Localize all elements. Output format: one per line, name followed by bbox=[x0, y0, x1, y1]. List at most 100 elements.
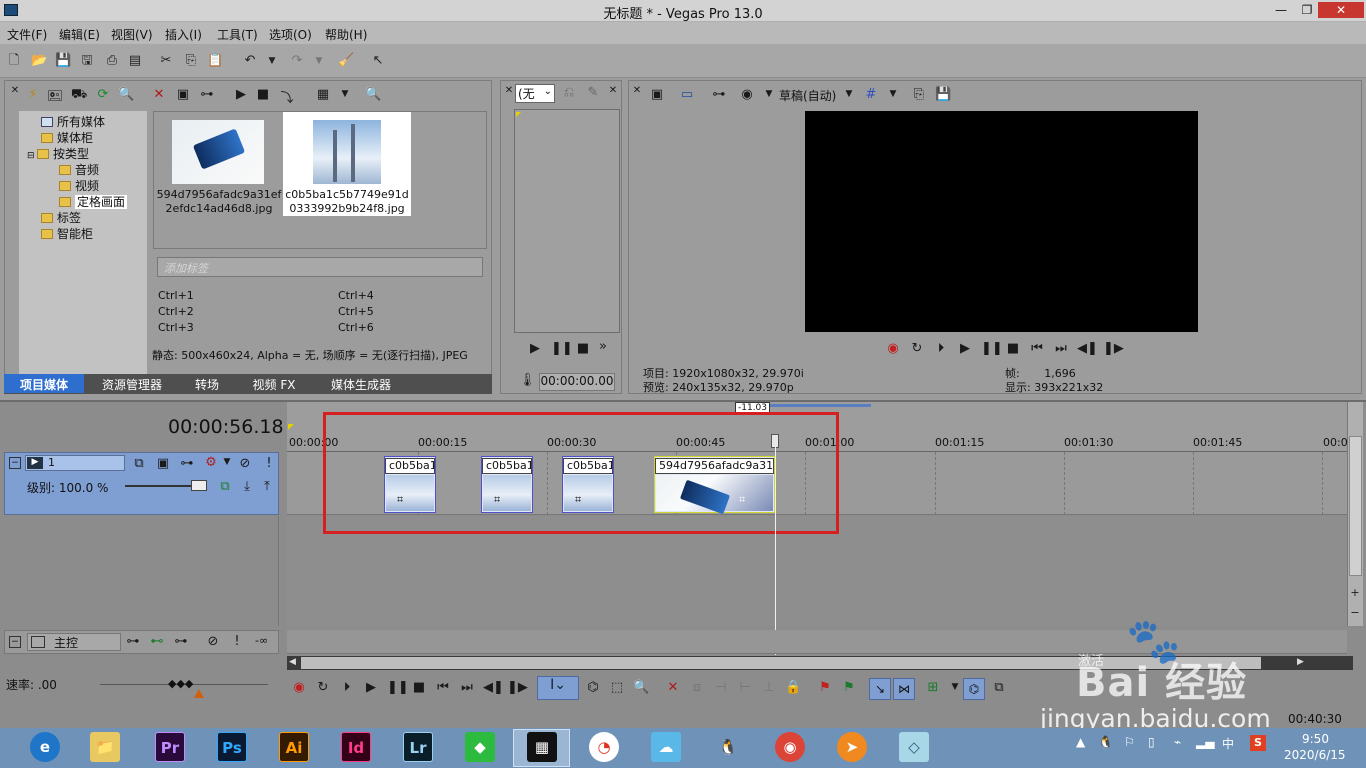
copy-icon[interactable]: ⎘ bbox=[183, 53, 199, 69]
zoom-tool-icon[interactable]: 🔍 bbox=[633, 680, 649, 695]
photoshop-icon[interactable]: Ps bbox=[217, 732, 247, 762]
redo-dropdown-icon[interactable]: ▼ bbox=[311, 53, 327, 69]
zoom-out-button[interactable]: − bbox=[1347, 606, 1363, 619]
capture-icon[interactable]: 🖭 bbox=[47, 87, 63, 109]
clock-time[interactable]: 9:50 bbox=[1302, 732, 1329, 746]
next-frame-button[interactable]: ❚▶ bbox=[507, 680, 528, 695]
tray-signal-icon[interactable]: ▂▄ bbox=[1196, 735, 1214, 749]
trim-icon[interactable]: ⧈ bbox=[689, 680, 705, 695]
tree-item-smart-bins[interactable]: 智能柜 bbox=[41, 225, 93, 242]
menu-tools[interactable]: 工具(T) bbox=[217, 26, 258, 43]
menu-insert[interactable]: 插入(I) bbox=[165, 26, 202, 43]
prev-frame-icon[interactable]: ◀❚ bbox=[1077, 341, 1098, 356]
record-button[interactable]: ◉ bbox=[291, 680, 307, 695]
split-dropdown-icon[interactable]: ▼ bbox=[761, 89, 777, 99]
menu-file[interactable]: 文件(F) bbox=[7, 26, 47, 43]
media-pin-icon[interactable]: ✕ bbox=[7, 85, 23, 96]
tab-transitions[interactable]: 转场 bbox=[182, 374, 232, 393]
trim-end-icon[interactable]: ⊢ bbox=[737, 680, 753, 695]
go-to-end-button[interactable]: ⏭ bbox=[459, 680, 475, 695]
external-monitor-icon[interactable]: ▭ bbox=[679, 87, 695, 102]
import-media-icon[interactable]: ⚡ bbox=[25, 87, 41, 102]
go-to-start-icon[interactable]: ⏮ bbox=[1029, 341, 1045, 356]
cloud-app-icon[interactable]: ☁ bbox=[651, 732, 681, 762]
master-solo-icon[interactable]: ! bbox=[229, 634, 245, 649]
tray-network-icon[interactable]: ⌁ bbox=[1174, 735, 1181, 749]
lock-envelopes-icon[interactable]: ⌬ bbox=[963, 678, 985, 700]
scroll-thumb[interactable] bbox=[1349, 436, 1362, 576]
ripple-dropdown-icon[interactable]: ▼ bbox=[947, 682, 963, 692]
views-dropdown-icon[interactable]: ▼ bbox=[337, 89, 353, 99]
open-icon[interactable]: 📂 bbox=[31, 53, 47, 69]
views-icon[interactable]: ▦ bbox=[315, 87, 331, 102]
media-fx-icon[interactable]: ⊶ bbox=[199, 87, 215, 102]
trimmer-play-icon[interactable]: ▶ bbox=[527, 341, 543, 356]
track-settings-dropdown-icon[interactable]: ▼ bbox=[219, 457, 235, 467]
trimmer-pen-icon[interactable]: ✎ bbox=[585, 85, 601, 100]
trimmer-stop-icon[interactable]: ■ bbox=[575, 341, 591, 356]
menu-edit[interactable]: 编辑(E) bbox=[59, 26, 100, 43]
ie-icon[interactable]: e bbox=[30, 732, 60, 762]
overlays-icon[interactable]: # bbox=[863, 87, 879, 102]
master-pan-icon[interactable]: ⊶ bbox=[173, 634, 189, 649]
track-mute-icon[interactable]: ⊘ bbox=[237, 456, 253, 471]
app-orange-icon[interactable]: ➤ bbox=[837, 732, 867, 762]
split-icon[interactable]: ⊥ bbox=[761, 680, 777, 695]
track-down-icon[interactable]: ⤓ bbox=[239, 479, 255, 494]
enable-snapping-icon[interactable]: 🧹 bbox=[338, 53, 354, 69]
copy-snapshot-icon[interactable]: ⎘ bbox=[911, 87, 927, 102]
track-collapse-icon[interactable]: − bbox=[9, 457, 21, 469]
stop-preview-icon[interactable]: ■ bbox=[255, 87, 271, 102]
split-screen-icon[interactable]: ◉ bbox=[739, 87, 755, 102]
master-mute-icon[interactable]: ⊘ bbox=[205, 634, 221, 649]
loop-button[interactable]: ↻ bbox=[315, 680, 331, 695]
play-preview-icon[interactable]: ▶ bbox=[233, 87, 249, 102]
ripple-mode-icon[interactable]: ⊞ bbox=[925, 680, 941, 695]
remove-media-icon[interactable]: ✕ bbox=[151, 87, 167, 102]
auto-preview-icon[interactable]: ⤵ bbox=[279, 87, 295, 106]
menu-view[interactable]: 视图(V) bbox=[111, 26, 153, 43]
master-fx-icon[interactable]: ⊶ bbox=[125, 634, 141, 649]
video-fx-icon[interactable]: ⊶ bbox=[711, 87, 727, 102]
track-settings-icon[interactable]: ⚙ bbox=[203, 455, 219, 470]
tree-item-by-type[interactable]: ⊟ 按类型 bbox=[27, 145, 89, 162]
ignore-grouping-icon[interactable]: ⧉ bbox=[991, 680, 1007, 695]
chrome-icon[interactable]: ◉ bbox=[775, 732, 805, 762]
file-explorer-icon[interactable]: 📁 bbox=[90, 732, 120, 762]
vegas-icon[interactable]: ▦ bbox=[527, 732, 557, 762]
envelope-tool-icon[interactable]: ⌬ bbox=[585, 680, 601, 695]
play-button[interactable]: ▶ bbox=[363, 680, 379, 695]
redo-icon[interactable]: ↷ bbox=[289, 53, 305, 69]
media-properties-icon[interactable]: ▣ bbox=[175, 87, 191, 102]
go-to-end-icon[interactable]: ⏭ bbox=[1053, 341, 1069, 356]
undo-icon[interactable]: ↶ bbox=[242, 53, 258, 69]
media-thumb-towers[interactable] bbox=[313, 120, 381, 184]
next-frame-icon[interactable]: ❚▶ bbox=[1103, 341, 1124, 356]
tab-explorer[interactable]: 资源管理器 bbox=[88, 374, 176, 393]
insert-region-icon[interactable]: ⚑ bbox=[841, 680, 857, 695]
tab-media-generators[interactable]: 媒体生成器 bbox=[316, 374, 406, 393]
go-to-start-button[interactable]: ⏮ bbox=[435, 680, 451, 695]
new-icon[interactable]: 🗋 bbox=[6, 53, 22, 69]
insert-marker-icon[interactable]: ⚑ bbox=[817, 680, 833, 695]
overlays-dropdown-icon[interactable]: ▼ bbox=[885, 89, 901, 99]
media-thumb-phone[interactable] bbox=[172, 120, 264, 184]
track-motion-icon[interactable]: ⧉ bbox=[131, 456, 147, 471]
tree-item-audio[interactable]: 音频 bbox=[59, 161, 99, 178]
tree-item-tags[interactable]: 标签 bbox=[41, 209, 81, 226]
loop-icon[interactable]: ↻ bbox=[909, 341, 925, 356]
trimmer-dropdown[interactable]: (无 ⌄ bbox=[515, 84, 555, 103]
track-solo-icon[interactable]: ! bbox=[261, 456, 277, 471]
cut-icon[interactable]: ✂ bbox=[158, 53, 174, 69]
save-icon[interactable]: 💾 bbox=[55, 53, 71, 69]
play-from-start-button[interactable]: ⏵ bbox=[339, 680, 355, 695]
close-button[interactable]: ✕ bbox=[1318, 2, 1364, 18]
record-icon[interactable]: ◉ bbox=[885, 341, 901, 356]
selection-tool-icon[interactable]: ⬚ bbox=[609, 680, 625, 695]
play-icon[interactable]: ▶ bbox=[957, 341, 973, 356]
tree-item-video[interactable]: 视频 bbox=[59, 177, 99, 194]
quality-dropdown-icon[interactable]: ▼ bbox=[841, 89, 857, 99]
refresh-icon[interactable]: ⟳ bbox=[95, 87, 111, 102]
auto-crossfade-icon[interactable]: ⋈ bbox=[893, 678, 915, 700]
properties-icon[interactable]: ▤ bbox=[127, 53, 143, 69]
